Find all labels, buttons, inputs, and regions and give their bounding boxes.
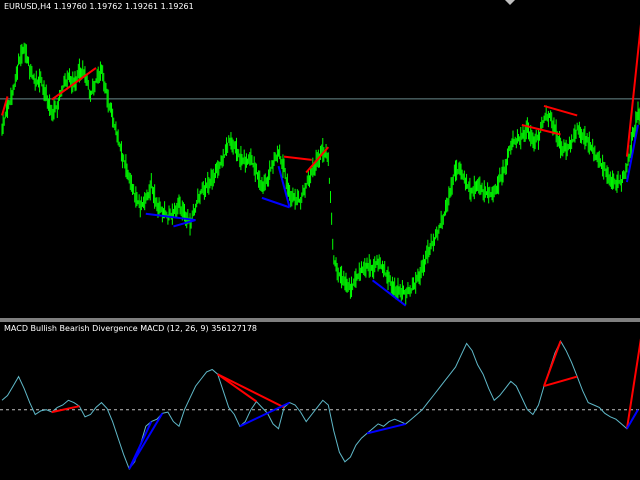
price-candles xyxy=(1,42,640,305)
bullish-divergence-line xyxy=(261,196,290,209)
macd-bearish-divergence-line xyxy=(217,373,285,409)
price-pane-header: EURUSD,H4 1.19760 1.19762 1.19261 1.1926… xyxy=(4,2,194,11)
bearish-divergence-line xyxy=(543,104,578,117)
macd-bearish-divergence-line xyxy=(543,375,578,388)
price-chart-pane[interactable]: EURUSD,H4 1.19760 1.19762 1.19261 1.1926… xyxy=(0,0,640,318)
bullish-divergence-line xyxy=(371,279,407,307)
macd-line xyxy=(1,340,639,470)
ohlc-values-label: 1.19760 1.19762 1.19261 1.19261 xyxy=(53,2,194,11)
macd-indicator-label: MACD Bullish Bearish Divergence MACD (12… xyxy=(4,324,257,333)
chart-window[interactable]: EURUSD,H4 1.19760 1.19762 1.19261 1.1926… xyxy=(0,0,640,480)
macd-bearish-divergence-line xyxy=(543,340,562,387)
symbol-timeframe-label: EURUSD,H4 xyxy=(4,2,52,11)
macd-bullish-divergence-line xyxy=(128,421,153,470)
macd-bearish-divergence-line xyxy=(625,338,640,429)
macd-indicator-pane[interactable]: MACD Bullish Bearish Divergence MACD (12… xyxy=(0,322,640,480)
chart-shift-marker-icon[interactable] xyxy=(505,0,515,5)
macd-bearish-divergence-line xyxy=(217,373,257,403)
bearish-divergence-line xyxy=(283,155,312,161)
bullish-divergence-line xyxy=(277,165,291,208)
macd-chart-canvas xyxy=(0,338,640,470)
price-chart-canvas xyxy=(0,23,640,307)
